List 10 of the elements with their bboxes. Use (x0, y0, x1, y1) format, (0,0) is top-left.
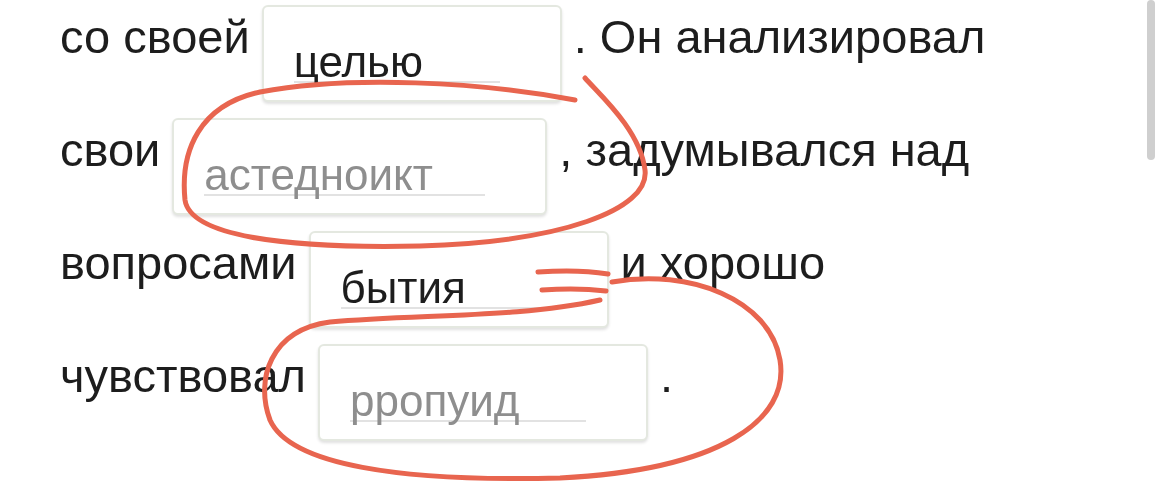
sentence-text: со своей (60, 9, 250, 65)
sentence-text: свои (60, 122, 161, 178)
sentence-text: вопросами (60, 235, 297, 291)
sentence-text: и хорошо (620, 235, 826, 291)
sentence-text: . (660, 348, 674, 404)
answer-field[interactable]: целью (261, 5, 562, 102)
answer-field[interactable]: астедноикт (172, 118, 548, 215)
sentence-text: . Он анализировал (573, 9, 986, 65)
scrollbar[interactable] (1147, 0, 1155, 160)
answer-field[interactable]: рропуид (318, 344, 649, 441)
